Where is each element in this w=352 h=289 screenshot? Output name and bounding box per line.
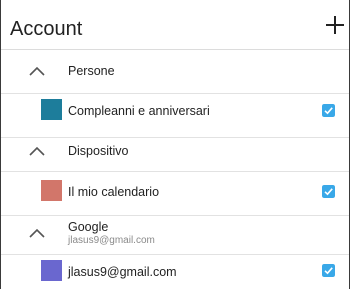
group-header-google[interactable]: Google jlasus9@gmail.com — [1, 211, 349, 255]
calendar-label: jlasus9@gmail.com — [68, 265, 177, 279]
chevron-up-icon[interactable] — [28, 65, 46, 77]
plus-icon[interactable] — [323, 13, 347, 37]
account-panel: Account Persone Compleanni e anniversari… — [0, 0, 350, 289]
page-title: Account — [10, 18, 83, 40]
calendar-label: Compleanni e anniversari — [68, 104, 210, 118]
group-label: Persone — [68, 64, 115, 78]
group-header-dispositivo[interactable]: Dispositivo — [1, 128, 349, 172]
calendar-row-il-mio-calendario[interactable]: Il mio calendario — [1, 172, 349, 216]
checkbox-checked-icon[interactable] — [322, 264, 335, 277]
calendar-label: Il mio calendario — [68, 185, 160, 199]
group-header-persone[interactable]: Persone — [1, 50, 349, 94]
calendar-color-swatch — [41, 99, 62, 120]
chevron-up-icon[interactable] — [28, 145, 46, 157]
group-label: Dispositivo — [68, 144, 129, 158]
group-label: Google — [68, 220, 109, 234]
calendar-color-swatch — [41, 180, 62, 201]
calendar-row-google-account[interactable]: jlasus9@gmail.com — [1, 255, 349, 289]
checkbox-checked-icon[interactable] — [322, 104, 335, 117]
calendar-color-swatch — [41, 260, 62, 281]
checkbox-checked-icon[interactable] — [322, 185, 335, 198]
header: Account — [1, 0, 349, 50]
chevron-up-icon[interactable] — [28, 227, 46, 239]
group-account-email: jlasus9@gmail.com — [68, 235, 155, 246]
